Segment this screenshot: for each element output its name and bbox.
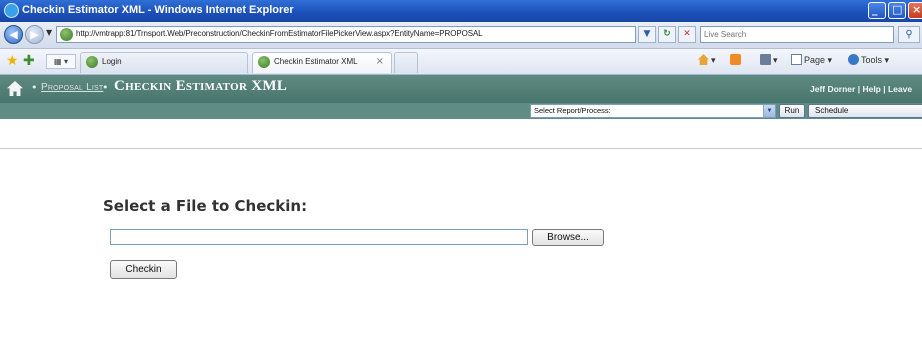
content-divider bbox=[0, 148, 922, 149]
tools-menu[interactable]: Tools ▾ bbox=[848, 54, 889, 66]
address-bar: ◀ ▶ ▼ http://vmtrapp:81/Trnsport.Web/Pre… bbox=[0, 22, 922, 49]
browse-button[interactable]: Browse... bbox=[532, 229, 604, 246]
refresh-button[interactable]: ↻ bbox=[658, 26, 676, 43]
breadcrumb-proposal-list-link[interactable]: Proposal List bbox=[41, 82, 103, 93]
minimize-button[interactable]: _ bbox=[868, 2, 886, 19]
tools-menu-label: Tools bbox=[861, 55, 883, 65]
link-separator: | bbox=[880, 84, 888, 94]
search-button[interactable]: ⚲ bbox=[898, 26, 920, 43]
window-titlebar: Checkin Estimator XML - Windows Internet… bbox=[0, 0, 922, 22]
checkin-button[interactable]: Checkin bbox=[110, 260, 177, 279]
print-command[interactable]: ▾ bbox=[760, 54, 778, 66]
forward-button[interactable]: ▶ bbox=[25, 25, 44, 44]
home-command-icon bbox=[698, 54, 709, 65]
url-dropdown-button[interactable]: ▼ bbox=[638, 26, 656, 43]
user-name-link[interactable]: Jeff Dorner bbox=[810, 84, 855, 94]
search-box[interactable] bbox=[700, 26, 894, 43]
report-select-value: Select Report/Process: bbox=[534, 106, 611, 115]
recent-pages-dropdown-icon[interactable]: ▼ bbox=[46, 28, 52, 37]
section-heading: Select a File to Checkin: bbox=[103, 197, 308, 215]
feeds-icon bbox=[730, 54, 741, 65]
close-window-button[interactable]: × bbox=[908, 2, 922, 19]
file-path-input[interactable] bbox=[110, 229, 528, 245]
print-icon bbox=[760, 54, 771, 65]
user-links: Jeff Dorner | Help | Leave bbox=[810, 84, 912, 94]
tab-login[interactable]: Login bbox=[80, 52, 248, 73]
minimize-icon: _ bbox=[872, 3, 878, 16]
window-title: Checkin Estimator XML - Windows Internet… bbox=[22, 4, 294, 16]
tab-favicon-icon bbox=[86, 56, 98, 68]
report-bar: Select Report/Process: ▼ Run Schedule bbox=[0, 103, 922, 119]
page-menu[interactable]: Page ▾ bbox=[791, 54, 832, 66]
tab-checkin-estimator-xml[interactable]: Checkin Estimator XML × bbox=[252, 52, 392, 73]
feeds-command[interactable] bbox=[730, 54, 743, 65]
tab-close-icon[interactable]: × bbox=[376, 56, 384, 67]
new-tab-button[interactable] bbox=[394, 52, 418, 73]
star-icon[interactable]: ★ bbox=[6, 53, 19, 69]
chevron-down-icon[interactable]: ▼ bbox=[763, 105, 775, 117]
page-favicon-icon bbox=[60, 28, 73, 41]
tab-favicon-icon bbox=[258, 56, 270, 68]
home-command[interactable]: ▾ bbox=[698, 54, 716, 66]
tools-icon bbox=[848, 54, 859, 65]
add-favorite-icon[interactable]: ✚ bbox=[23, 53, 35, 69]
page-icon bbox=[791, 54, 802, 65]
help-link[interactable]: Help bbox=[862, 84, 880, 94]
url-field[interactable]: http://vmtrapp:81/Trnsport.Web/Preconstr… bbox=[56, 26, 636, 43]
maximize-icon: □ bbox=[892, 3, 903, 16]
stop-button[interactable]: ✕ bbox=[678, 26, 696, 43]
close-icon: × bbox=[912, 3, 922, 16]
tab-label: Login bbox=[102, 57, 122, 66]
maximize-button[interactable]: □ bbox=[888, 2, 906, 19]
ie-logo-icon bbox=[4, 3, 19, 18]
tab-bar: ★ ✚ ▦ ▾ Login Checkin Estimator XML × ▾ … bbox=[0, 49, 922, 75]
schedule-button[interactable]: Schedule bbox=[808, 104, 922, 118]
app-header: • Proposal List • Checkin Estimator XML … bbox=[0, 75, 922, 103]
back-button[interactable]: ◀ bbox=[4, 25, 23, 44]
url-text[interactable]: http://vmtrapp:81/Trnsport.Web/Preconstr… bbox=[76, 29, 483, 38]
leave-link[interactable]: Leave bbox=[888, 84, 912, 94]
page-menu-label: Page bbox=[804, 55, 826, 65]
home-icon[interactable] bbox=[7, 81, 23, 96]
report-process-select[interactable]: Select Report/Process: ▼ bbox=[530, 104, 776, 118]
quick-tabs-button[interactable]: ▦ ▾ bbox=[46, 54, 76, 69]
search-input[interactable] bbox=[701, 28, 887, 41]
tab-label: Checkin Estimator XML bbox=[274, 57, 358, 66]
page-title: Checkin Estimator XML bbox=[114, 78, 288, 94]
breadcrumb-separator: • bbox=[31, 81, 38, 94]
run-button[interactable]: Run bbox=[779, 104, 805, 118]
breadcrumb-separator: • bbox=[102, 81, 109, 94]
